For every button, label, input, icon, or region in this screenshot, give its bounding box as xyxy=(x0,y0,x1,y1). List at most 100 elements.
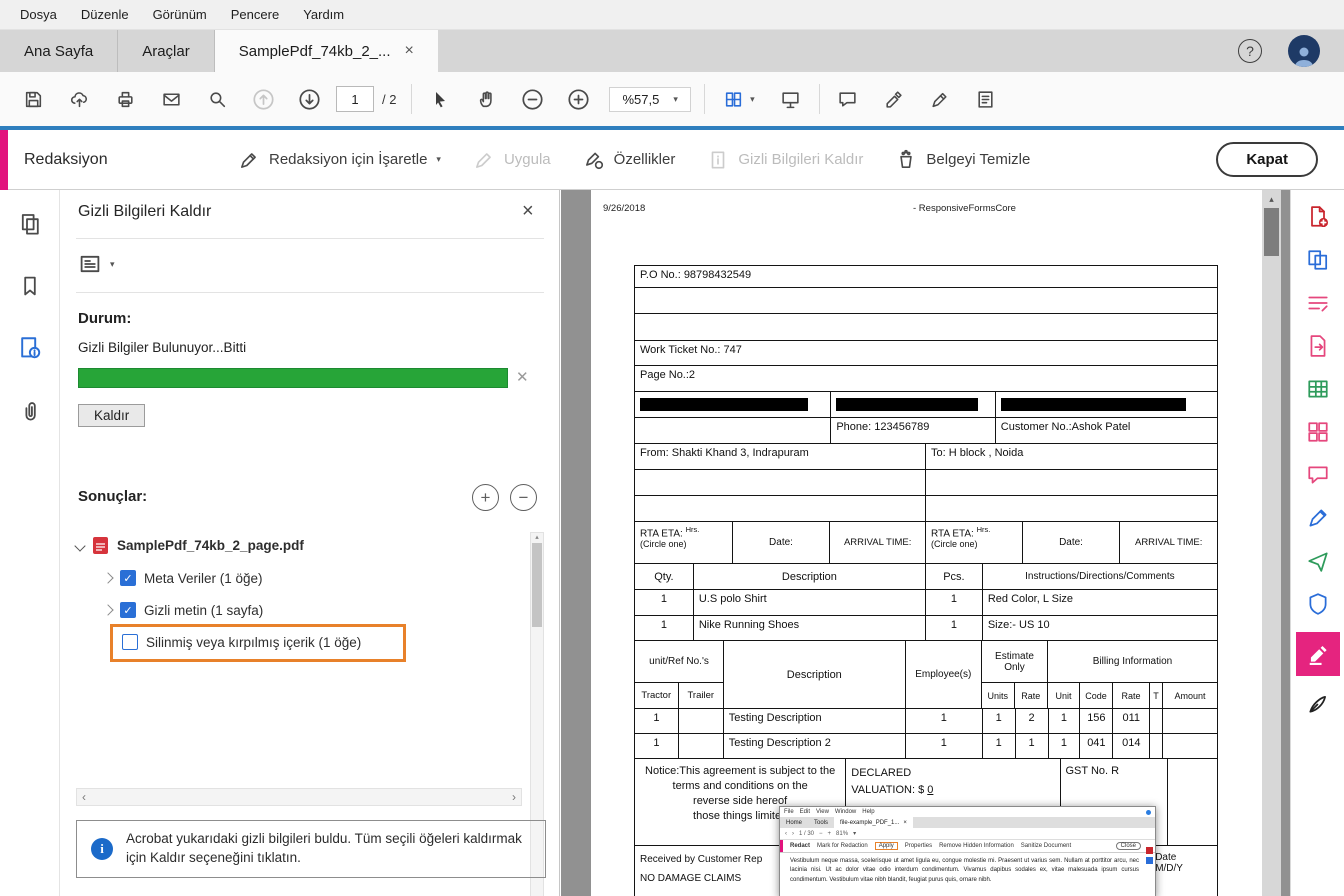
print-button[interactable] xyxy=(102,80,148,118)
tab-home[interactable]: Ana Sayfa xyxy=(0,30,118,72)
zoom-select[interactable]: %57,5 ▾ xyxy=(609,87,690,112)
clear-status-icon[interactable]: ✕ xyxy=(516,368,529,386)
highlight-tool-button[interactable] xyxy=(871,80,917,118)
hand-tool-button[interactable] xyxy=(463,80,509,118)
tab-close-icon[interactable]: × xyxy=(405,42,414,60)
fill-sign-tool[interactable] xyxy=(1301,503,1335,533)
scroll-up-icon[interactable]: ▴ xyxy=(1269,194,1274,205)
tree-root-row[interactable]: SamplePdf_74kb_2_page.pdf xyxy=(76,536,304,555)
email-button[interactable] xyxy=(148,80,194,118)
chevron-right-icon[interactable] xyxy=(102,572,113,583)
scroll-left-icon[interactable]: ‹ xyxy=(82,790,86,804)
scroll-right-icon[interactable]: › xyxy=(512,790,516,804)
chevron-right-icon[interactable] xyxy=(102,604,113,615)
remove-hidden-info-button[interactable]: Gizli Bilgileri Kaldır xyxy=(707,149,863,171)
scroll-mode-button[interactable]: ▾ xyxy=(710,80,768,118)
redacted-cell xyxy=(996,392,1217,417)
main-toolbar: / 2 %57,5 ▾ ▾ xyxy=(0,72,1344,126)
comment-tool[interactable] xyxy=(1301,460,1335,490)
menu-gorunum[interactable]: Görünüm xyxy=(141,7,219,22)
page-thumbnails-panel-button[interactable] xyxy=(8,204,52,244)
panel-horizontal-scrollbar[interactable]: ‹ › xyxy=(76,788,522,806)
scroll-up-icon[interactable]: ▴ xyxy=(535,533,539,541)
mark-for-redaction-button[interactable]: Redaksiyon için İşaretle ▾ xyxy=(238,149,441,171)
page-title-header: - ResponsiveFormsCore xyxy=(913,203,1016,214)
employees-value: 1 xyxy=(906,734,983,758)
menu-pencere[interactable]: Pencere xyxy=(219,7,291,22)
date-cell: Date: xyxy=(733,522,831,563)
select-tool-button[interactable] xyxy=(417,80,463,118)
spreadsheet-icon xyxy=(1306,377,1330,401)
upload-cloud-button[interactable] xyxy=(56,80,102,118)
apply-redactions-button[interactable]: Uygula xyxy=(473,149,551,171)
rta-label: RTA ETA: xyxy=(640,528,683,539)
help-icon[interactable]: ? xyxy=(1238,39,1262,63)
panel-options-button[interactable]: ▾ xyxy=(78,252,115,276)
tree-item-label: Gizli metin (1 sayfa) xyxy=(144,603,263,618)
create-pdf-tool[interactable] xyxy=(1301,202,1335,232)
shield-icon xyxy=(1306,592,1330,616)
toolbar-separator xyxy=(819,84,820,114)
organize-pages-tool[interactable] xyxy=(1301,417,1335,447)
organize-pages-icon xyxy=(1306,420,1330,444)
tab-tools[interactable]: Araçlar xyxy=(118,30,215,72)
remove-button[interactable]: Kaldır xyxy=(78,404,145,427)
comment-bubble-icon xyxy=(837,89,858,110)
date-cell: Date: xyxy=(1023,522,1121,563)
certificates-tool[interactable] xyxy=(1301,689,1335,719)
hidden-information-panel-button[interactable] xyxy=(8,328,52,368)
edit-pdf-tool[interactable] xyxy=(1301,288,1335,318)
display-mode-button[interactable] xyxy=(768,80,814,118)
menu-duzenle[interactable]: Düzenle xyxy=(69,7,141,22)
hrs-label: Hrs. xyxy=(686,525,700,534)
next-page-button[interactable] xyxy=(286,80,332,118)
zoom-value: %57,5 xyxy=(622,92,659,107)
apply-redactions-icon xyxy=(473,149,495,171)
attachments-panel-button[interactable] xyxy=(8,390,52,430)
hidden-text-checkbox[interactable]: ✓ xyxy=(120,602,136,618)
comment-tool-button[interactable] xyxy=(825,80,871,118)
pdf-page[interactable]: 9/26/2018 - ResponsiveFormsCore P.O No.:… xyxy=(591,190,1263,896)
combine-files-tool[interactable] xyxy=(1301,245,1335,275)
chevron-down-icon[interactable] xyxy=(74,540,85,551)
previous-page-button[interactable] xyxy=(240,80,286,118)
send-for-signature-tool[interactable] xyxy=(1301,546,1335,576)
panel-close-icon[interactable]: × xyxy=(522,200,534,223)
export-excel-tool[interactable] xyxy=(1301,374,1335,404)
page-number-input[interactable] xyxy=(336,86,374,112)
menu-dosya[interactable]: Dosya xyxy=(8,7,69,22)
hidden-information-panel-icon xyxy=(17,335,43,361)
scrollbar-thumb[interactable] xyxy=(532,543,542,627)
tree-item-hidden-text[interactable]: ✓ Gizli metin (1 sayfa) xyxy=(104,602,263,618)
page-scroll-icon xyxy=(723,89,744,110)
inset-redact-accent xyxy=(780,840,783,852)
document-vertical-scrollbar[interactable]: ▴ xyxy=(1262,190,1281,896)
save-button[interactable] xyxy=(10,80,56,118)
inset-account-icon xyxy=(1146,810,1151,815)
menu-yardim[interactable]: Yardım xyxy=(291,7,356,22)
sign-tool-button[interactable] xyxy=(917,80,963,118)
metadata-checkbox[interactable]: ✓ xyxy=(120,570,136,586)
more-tools-button[interactable] xyxy=(963,80,1009,118)
protect-tool[interactable] xyxy=(1301,589,1335,619)
zoom-out-button[interactable] xyxy=(509,80,555,118)
tree-item-metadata[interactable]: ✓ Meta Veriler (1 öğe) xyxy=(104,570,263,586)
expand-all-button[interactable]: + xyxy=(472,484,499,511)
zoom-in-button[interactable] xyxy=(555,80,601,118)
collapse-all-button[interactable]: − xyxy=(510,484,537,511)
redaction-properties-button[interactable]: Özellikler xyxy=(583,149,676,171)
sanitize-document-button[interactable]: Belgeyi Temizle xyxy=(895,149,1030,171)
tab-document[interactable]: SamplePdf_74kb_2_... × xyxy=(215,30,438,72)
scrollbar-thumb[interactable] xyxy=(1264,208,1279,256)
export-pdf-tool[interactable] xyxy=(1301,331,1335,361)
empty-cell xyxy=(635,470,926,495)
notice-line: terms and conditions on the xyxy=(640,779,840,794)
tractor-value: 1 xyxy=(635,734,679,758)
redact-tool-active[interactable] xyxy=(1296,632,1340,676)
search-button[interactable] xyxy=(194,80,240,118)
bookmarks-panel-button[interactable] xyxy=(8,266,52,306)
close-redaction-button[interactable]: Kapat xyxy=(1216,142,1318,177)
pcs-value: 1 xyxy=(926,616,983,640)
avatar[interactable] xyxy=(1288,35,1320,67)
tab-home-label: Ana Sayfa xyxy=(24,43,93,60)
